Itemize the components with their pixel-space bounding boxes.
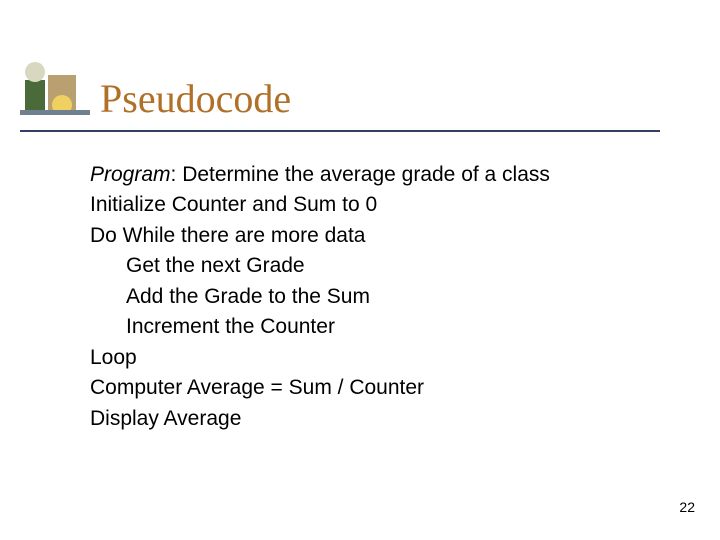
slide-content: Program: Determine the average grade of … (90, 160, 550, 434)
code-line: Computer Average = Sum / Counter (90, 373, 550, 403)
program-label: Program (90, 163, 171, 186)
title-underline (20, 130, 660, 132)
program-desc: : Determine the average grade of a class (171, 163, 550, 186)
code-line: Do While there are more data (90, 221, 550, 251)
code-line-indent: Get the next Grade (126, 251, 550, 281)
slide-logo (20, 60, 90, 120)
code-line-indent: Add the Grade to the Sum (126, 282, 550, 312)
program-line: Program: Determine the average grade of … (90, 160, 550, 190)
code-line: Display Average (90, 404, 550, 434)
code-line: Loop (90, 343, 550, 373)
code-line-indent: Increment the Counter (126, 312, 550, 342)
slide-title: Pseudocode (100, 75, 291, 122)
code-line: Initialize Counter and Sum to 0 (90, 190, 550, 220)
page-number: 22 (679, 499, 695, 515)
